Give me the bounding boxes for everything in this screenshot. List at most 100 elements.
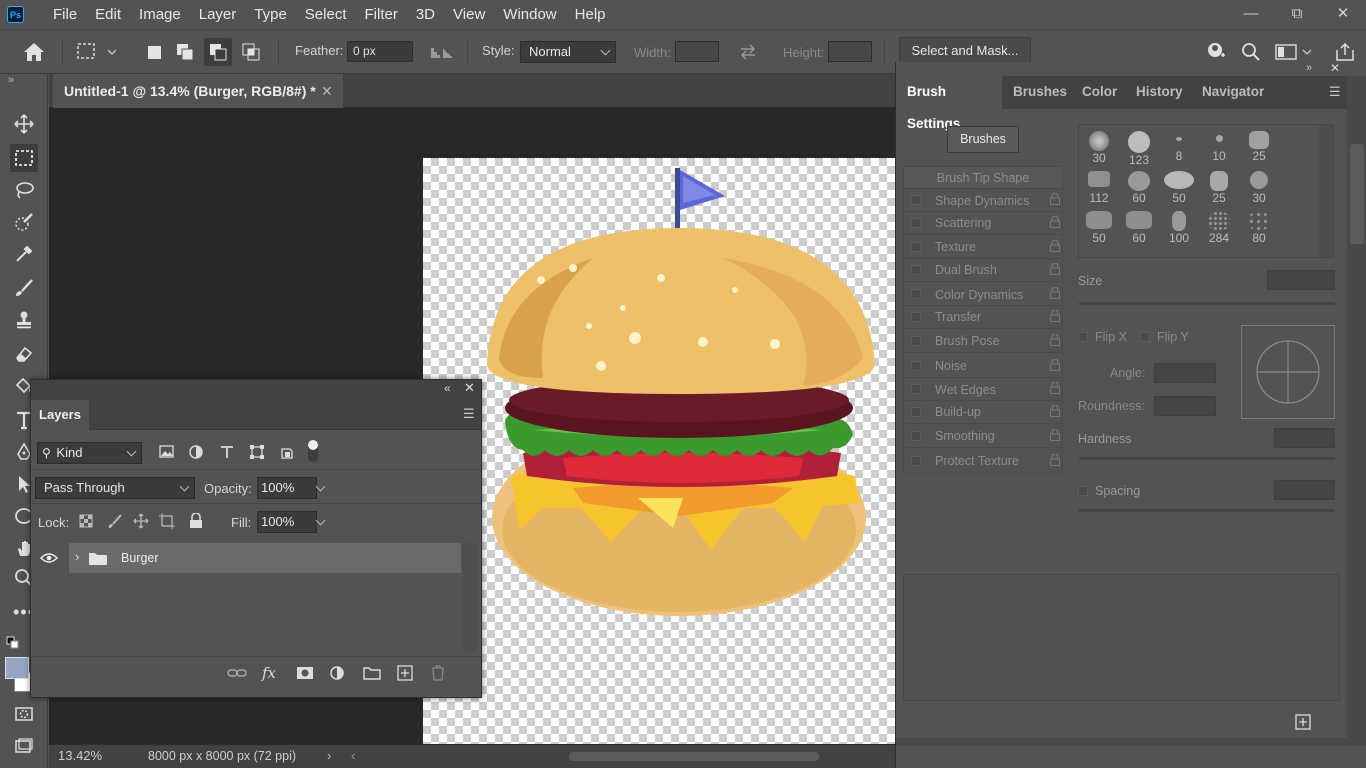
brush-angle-preview[interactable] [1241,325,1335,419]
layers-panel-header[interactable]: « ✕ [31,380,481,400]
roundness-input[interactable] [1154,396,1216,416]
horizontal-scrollbar[interactable] [569,752,819,761]
delete-layer-icon[interactable] [431,665,445,684]
noise-checkbox[interactable] [911,361,921,371]
brush-tip[interactable]: 112 [1079,167,1119,207]
scattering-checkbox[interactable] [911,218,921,228]
smoothing-checkbox[interactable] [911,431,921,441]
size-slider[interactable] [1079,302,1335,305]
menu-image[interactable]: Image [130,0,190,29]
lock-icon[interactable] [1049,405,1061,417]
brush-tip[interactable]: 100 [1159,207,1199,247]
brush-tip[interactable]: 30 [1079,127,1119,167]
filter-adjustment-icon[interactable] [188,444,204,463]
photoshop-logo[interactable]: Ps [7,6,24,23]
marquee-preset-icon[interactable] [76,42,117,65]
home-icon[interactable] [22,41,46,66]
eyedropper-tool-icon[interactable] [10,240,38,268]
setting-transfer[interactable]: Transfer [935,310,981,324]
lock-icon[interactable] [1049,216,1061,228]
filter-type-icon[interactable] [219,444,235,463]
blend-mode-dropdown[interactable]: Pass Through [35,477,195,499]
filter-shape-icon[interactable] [249,444,265,463]
status-menu-chevron-icon[interactable]: › [327,748,331,763]
link-layers-icon[interactable] [227,666,247,683]
brush-tip[interactable]: 284 [1199,207,1239,247]
style-dropdown[interactable]: Normal [520,41,616,63]
flip-x-label[interactable]: Flip X [1095,330,1127,344]
marquee-tool-icon[interactable] [10,144,38,172]
flip-y-checkbox[interactable] [1140,332,1150,342]
brush-tip[interactable]: 60 [1119,207,1159,247]
brush-tip[interactable]: 60 [1119,167,1159,207]
brush-tip[interactable]: 25 [1199,167,1239,207]
quick-mask-icon[interactable] [10,700,38,728]
setting-scattering[interactable]: Scattering [935,216,991,230]
tab-brushes[interactable]: Brushes [1013,76,1067,109]
close-document-icon[interactable]: ✕ [321,74,333,108]
setting-build-up[interactable]: Build-up [935,405,981,419]
menu-window[interactable]: Window [494,0,565,29]
feather-input[interactable]: 0 px [347,41,413,62]
lock-icon[interactable] [1049,287,1061,299]
anti-alias-icon[interactable] [429,44,455,63]
opacity-input[interactable]: 100% [257,477,326,499]
flip-x-checkbox[interactable] [1078,332,1088,342]
panel-scrollbar[interactable] [1347,76,1366,746]
tab-history[interactable]: History [1136,76,1183,109]
close-panel-icon[interactable]: ✕ [464,380,475,396]
setting-texture[interactable]: Texture [935,240,976,254]
setting-noise[interactable]: Noise [935,359,967,373]
fill-input[interactable]: 100% [257,511,326,533]
layers-scrollbar[interactable] [463,543,477,653]
select-and-mask-button[interactable]: Select and Mask... [899,37,1031,65]
menu-help[interactable]: Help [566,0,615,29]
collapse-panels-icon[interactable]: » [1306,62,1312,74]
protect-texture-checkbox[interactable] [911,456,921,466]
menu-filter[interactable]: Filter [356,0,407,29]
tab-color[interactable]: Color [1082,76,1117,109]
filter-smart-object-icon[interactable] [279,444,295,463]
lock-icon[interactable] [1049,263,1061,275]
lock-icon[interactable] [1049,359,1061,371]
hardness-input[interactable] [1274,428,1335,448]
setting-color-dynamics[interactable]: Color Dynamics [935,288,1023,302]
layer-style-fx-icon[interactable]: fx [262,664,276,682]
lock-icon[interactable] [1049,240,1061,252]
layer-filter-dropdown[interactable]: ⚲ Kind [37,442,142,464]
spacing-label[interactable]: Spacing [1095,484,1140,498]
lock-position-icon[interactable] [133,513,149,532]
lock-icon[interactable] [1049,454,1061,466]
zoom-level[interactable]: 13.42% [58,748,102,763]
create-new-brush-icon[interactable] [1295,714,1311,733]
panel-resize-handle[interactable] [896,738,1347,746]
intersect-selection-icon[interactable] [241,42,261,65]
adjustment-layer-icon[interactable] [329,665,347,684]
menu-3d[interactable]: 3D [407,0,444,29]
subtract-selection-icon[interactable] [204,38,232,66]
brush-tip[interactable]: 8 [1159,127,1199,167]
move-tool-icon[interactable] [10,110,38,138]
brush-pose-checkbox[interactable] [911,336,921,346]
setting-shape-dynamics[interactable]: Shape Dynamics [935,194,1030,208]
layer-visibility-eye-icon[interactable] [40,552,58,567]
spacing-slider[interactable] [1079,509,1335,512]
brush-tip[interactable]: 80 [1239,207,1279,247]
texture-checkbox[interactable] [911,242,921,252]
canvas[interactable] [423,158,895,744]
brush-tip[interactable]: 30 [1239,167,1279,207]
panel-menu-icon[interactable]: ☰ [463,406,475,422]
brush-tip[interactable]: 10 [1199,127,1239,167]
width-input[interactable] [675,41,719,62]
eraser-tool-icon[interactable] [10,340,38,368]
document-tab[interactable]: Untitled-1 @ 13.4% (Burger, RGB/8#) * ✕ [53,74,343,108]
brush-tip[interactable]: 25 [1239,127,1279,167]
build-up-checkbox[interactable] [911,407,921,417]
layer-row-burger[interactable]: › Burger [69,543,461,573]
menu-file[interactable]: File [44,0,86,29]
setting-brush-pose[interactable]: Brush Pose [935,334,1000,348]
brush-tip[interactable]: 123 [1119,127,1159,167]
shape-dynamics-checkbox[interactable] [911,195,921,205]
close-panels-icon[interactable]: ✕ [1330,61,1340,75]
clone-stamp-tool-icon[interactable] [10,306,38,334]
